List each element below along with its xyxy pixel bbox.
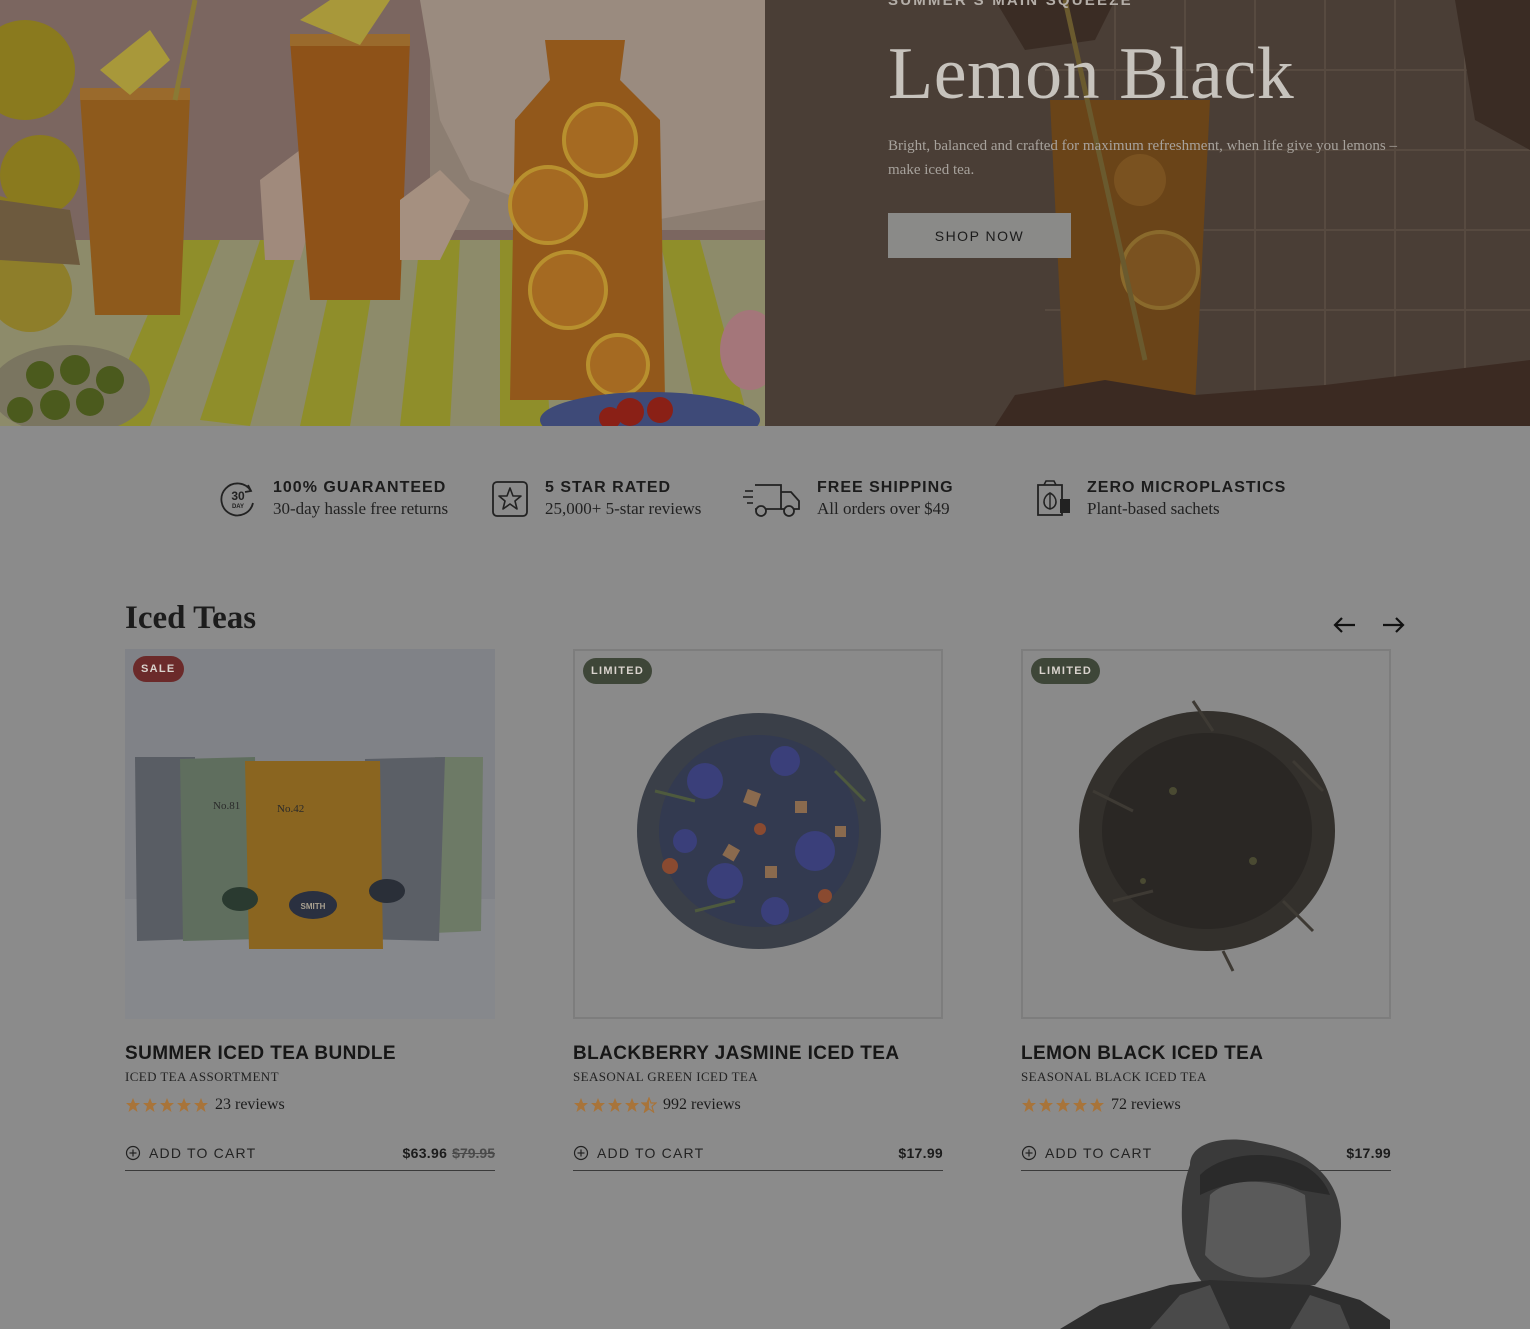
sale-badge: SALE <box>133 656 184 682</box>
product-name[interactable]: BLACKBERRY JASMINE ICED TEA <box>573 1043 943 1065</box>
star-icon <box>1073 1098 1087 1112</box>
arrow-right-icon <box>1383 617 1405 633</box>
plant-sachet-icon <box>1032 479 1072 519</box>
feature-title: FREE SHIPPING <box>817 479 954 496</box>
feature-star-rated: 5 STAR RATED 25,000+ 5-star reviews <box>490 478 701 520</box>
product-rating[interactable]: 23 reviews <box>125 1095 495 1115</box>
founder-portrait-image <box>1060 1135 1390 1329</box>
svg-text:SMITH: SMITH <box>301 902 326 911</box>
half-star-icon <box>641 1097 657 1113</box>
feature-title: 100% GUARANTEED <box>273 479 447 496</box>
product-name[interactable]: LEMON BLACK ICED TEA <box>1021 1043 1391 1065</box>
limited-badge: LIMITED <box>583 658 653 684</box>
star-icon <box>177 1098 191 1112</box>
hero-image-iced-tea-glasses <box>0 0 765 426</box>
star-icon <box>143 1098 157 1112</box>
features-strip: 30 DAY 100% GUARANTEED 30-day hassle fre… <box>0 426 1530 566</box>
section-title-iced-teas: Iced Teas <box>125 600 257 636</box>
star-rating <box>125 1097 210 1113</box>
svg-text:30: 30 <box>231 489 245 503</box>
plus-circle-icon <box>1021 1145 1037 1161</box>
star-icon <box>608 1098 622 1112</box>
feature-free-shipping: FREE SHIPPING All orders over $49 <box>742 478 954 520</box>
price: $17.99 <box>898 1145 943 1161</box>
star-icon <box>194 1098 208 1112</box>
shop-now-button[interactable]: SHOP NOW <box>888 213 1071 258</box>
svg-text:DAY: DAY <box>232 504 244 510</box>
product-image[interactable]: LIMITED <box>1021 649 1391 1019</box>
feature-title: 5 STAR RATED <box>545 479 672 496</box>
star-icon <box>574 1098 588 1112</box>
star-icon <box>126 1098 140 1112</box>
plus-circle-icon <box>573 1145 589 1161</box>
carousel-next-button[interactable] <box>1378 610 1408 640</box>
star-icon <box>625 1098 639 1112</box>
30-day-returns-icon: 30 DAY <box>218 479 258 519</box>
hero-banner: SUMMER'S MAIN SQUEEZE Lemon Black Bright… <box>0 0 1530 426</box>
cart-row: ADD TO CART $17.99 <box>573 1145 943 1171</box>
product-image[interactable]: LIMITED <box>573 649 943 1019</box>
review-count[interactable]: 72 reviews <box>1111 1096 1181 1114</box>
star-badge-icon <box>490 479 530 519</box>
add-to-cart-label: ADD TO CART <box>597 1145 705 1161</box>
product-type: SEASONAL BLACK ICED TEA <box>1021 1069 1207 1084</box>
arrow-left-icon <box>1333 617 1355 633</box>
feature-title: ZERO MICROPLASTICS <box>1087 479 1287 496</box>
star-icon <box>1022 1098 1036 1112</box>
feature-subtitle: Plant-based sachets <box>1087 499 1220 518</box>
star-icon <box>1039 1098 1053 1112</box>
original-price: $79.95 <box>452 1145 495 1161</box>
product-name[interactable]: SUMMER ICED TEA BUNDLE <box>125 1043 495 1065</box>
svg-text:No.81: No.81 <box>213 800 240 812</box>
feature-zero-microplastics: ZERO MICROPLASTICS Plant-based sachets <box>1032 478 1286 520</box>
feature-subtitle: 30-day hassle free returns <box>273 499 449 518</box>
product-type: ICED TEA ASSORTMENT <box>125 1069 279 1084</box>
feature-subtitle: All orders over $49 <box>817 499 950 518</box>
feature-guaranteed: 30 DAY 100% GUARANTEED 30-day hassle fre… <box>218 478 448 520</box>
price-group: $63.96 $79.95 <box>403 1145 495 1163</box>
delivery-truck-icon <box>742 479 802 519</box>
star-icon <box>1056 1098 1070 1112</box>
star-icon <box>591 1098 605 1112</box>
star-rating <box>573 1097 658 1113</box>
hero-title: Lemon Black <box>888 33 1295 115</box>
sale-price: $63.96 <box>402 1145 448 1161</box>
product-card-summer-bundle[interactable]: No.81 No.42 SMITH SALE SUMMER ICED TEA B… <box>125 649 495 1171</box>
svg-text:No.42: No.42 <box>277 803 304 815</box>
star-icon <box>160 1098 174 1112</box>
plus-circle-icon <box>125 1145 141 1161</box>
star-icon <box>1090 1098 1104 1112</box>
add-to-cart-button[interactable]: ADD TO CART <box>573 1145 704 1161</box>
product-rating[interactable]: 992 reviews <box>573 1095 943 1115</box>
carousel-prev-button[interactable] <box>1330 610 1360 640</box>
hero-eyebrow: SUMMER'S MAIN SQUEEZE <box>888 0 1133 9</box>
hero-description: Bright, balanced and crafted for maximum… <box>888 138 1398 178</box>
product-card-lemon-black[interactable]: LIMITED LEMON BLACK ICED TEA SEASONAL BL… <box>1021 649 1391 1171</box>
review-count[interactable]: 23 reviews <box>215 1096 285 1114</box>
review-count[interactable]: 992 reviews <box>663 1096 741 1114</box>
product-rating[interactable]: 72 reviews <box>1021 1095 1391 1115</box>
add-to-cart-label: ADD TO CART <box>149 1145 257 1161</box>
add-to-cart-button[interactable]: ADD TO CART <box>125 1145 256 1161</box>
product-image[interactable]: No.81 No.42 SMITH SALE <box>125 649 495 1019</box>
cart-row: ADD TO CART $63.96 $79.95 <box>125 1145 495 1171</box>
feature-subtitle: 25,000+ 5-star reviews <box>545 499 702 518</box>
product-card-blackberry-jasmine[interactable]: LIMITED BLACKBERRY JASMINE ICED TEA SEAS… <box>573 649 943 1171</box>
limited-badge: LIMITED <box>1031 658 1101 684</box>
product-type: SEASONAL GREEN ICED TEA <box>573 1069 759 1084</box>
star-rating <box>1021 1097 1106 1113</box>
